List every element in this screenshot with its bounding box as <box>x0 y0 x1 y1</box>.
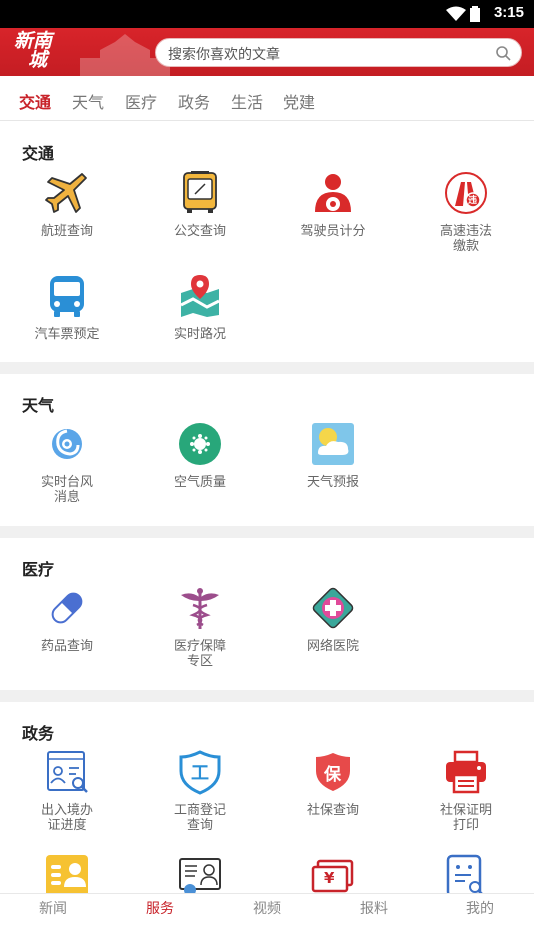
service-label: 社保证明 打印 <box>439 803 492 833</box>
tab-life[interactable]: 生活 <box>231 89 263 113</box>
service-label: 航班查询 <box>40 224 93 239</box>
service-label: 网络医院 <box>306 639 359 654</box>
search-placeholder: 搜索你喜欢的文章 <box>168 47 280 63</box>
service-label: 实时台风 消息 <box>40 475 93 505</box>
app-logo[interactable]: 新南 城 <box>14 32 60 72</box>
service-bus-query[interactable]: 公交查询 <box>145 170 255 239</box>
service-label: 汽车票预定 <box>34 327 100 342</box>
caduceus-icon <box>177 585 223 631</box>
service-social-security-print[interactable]: 社保证明 打印 <box>411 749 521 833</box>
app-header: 新南 城 搜索你喜欢的文章 <box>0 28 534 76</box>
nav-services[interactable]: 服务 <box>120 898 200 918</box>
service-label: 工商登记 查询 <box>173 803 226 833</box>
tab-government[interactable]: 政务 <box>178 89 210 113</box>
section-divider <box>0 690 534 702</box>
service-label: 高速违法 缴款 <box>439 224 492 254</box>
bottom-navigation: 新闻 服务 视频 报料 我的 <box>0 893 534 949</box>
section-divider <box>0 362 534 374</box>
printer-icon <box>443 749 489 795</box>
service-label: 驾驶员计分 <box>300 224 366 239</box>
tab-medical[interactable]: 医疗 <box>125 89 157 113</box>
map-pin-icon <box>177 273 223 319</box>
typhoon-icon <box>44 421 90 467</box>
yuan-badge: ¥ <box>324 869 335 887</box>
clock: 3:15 <box>493 4 524 21</box>
category-tabs: 交通 天气 医疗 政务 生活 党建 <box>0 76 534 121</box>
service-bus-ticket[interactable]: 汽车票预定 <box>12 273 122 342</box>
service-social-security[interactable]: 保 社保查询 <box>278 749 388 818</box>
bus-card-icon <box>177 170 223 216</box>
service-drug-query[interactable]: 药品查询 <box>12 585 122 654</box>
service-label: 社保查询 <box>306 803 359 818</box>
social-security-badge: 保 <box>324 765 341 785</box>
tab-party[interactable]: 党建 <box>283 89 315 113</box>
id-search-icon <box>44 749 90 795</box>
airplane-icon <box>44 170 90 216</box>
section-divider <box>0 526 534 538</box>
section-title-medical: 医疗 <box>22 560 55 579</box>
service-online-hospital[interactable]: 网络医院 <box>278 585 388 654</box>
service-driver-points[interactable]: 驾驶员计分 <box>278 170 388 239</box>
air-quality-icon <box>177 421 223 467</box>
tab-weather[interactable]: 天气 <box>72 89 104 113</box>
section-title-government: 政务 <box>22 724 55 743</box>
search-icon[interactable] <box>495 45 511 61</box>
section-title-weather: 天气 <box>22 396 55 415</box>
wifi-icon <box>446 6 466 21</box>
social-security-icon: 保 <box>310 749 356 795</box>
service-label: 实时路况 <box>173 327 226 342</box>
nav-profile[interactable]: 我的 <box>440 898 520 918</box>
pill-icon <box>44 585 90 631</box>
weather-forecast-icon <box>310 421 356 467</box>
service-typhoon[interactable]: 实时台风 消息 <box>12 421 122 505</box>
service-business-registration[interactable]: 工 工商登记 查询 <box>145 749 255 833</box>
service-traffic-status[interactable]: 实时路况 <box>145 273 255 342</box>
shield-badge: 工 <box>191 763 209 784</box>
status-bar: 3:15 <box>0 0 534 28</box>
service-air-quality[interactable]: 空气质量 <box>145 421 255 490</box>
nav-news[interactable]: 新闻 <box>13 898 93 918</box>
nav-tips[interactable]: 报料 <box>334 898 414 918</box>
tab-traffic[interactable]: 交通 <box>19 89 51 113</box>
battery-icon <box>470 6 480 22</box>
service-highway-fine[interactable]: 违 高速违法 缴款 <box>411 170 521 254</box>
service-exit-entry[interactable]: 出入境办 证进度 <box>12 749 122 833</box>
service-flight[interactable]: 航班查询 <box>12 170 122 239</box>
service-label: 药品查询 <box>40 639 93 654</box>
search-bar[interactable]: 搜索你喜欢的文章 <box>155 38 522 67</box>
violation-icon: 违 <box>443 170 489 216</box>
service-weather-forecast[interactable]: 天气预报 <box>278 421 388 490</box>
shield-icon: 工 <box>177 749 223 795</box>
driver-icon <box>310 170 356 216</box>
service-medical-insurance[interactable]: 医疗保障 专区 <box>145 585 255 669</box>
hospital-cross-icon <box>310 585 356 631</box>
violation-badge: 违 <box>468 196 478 206</box>
service-label: 医疗保障 专区 <box>173 639 226 669</box>
service-label: 出入境办 证进度 <box>40 803 93 833</box>
section-title-traffic: 交通 <box>22 144 55 163</box>
nav-video[interactable]: 视频 <box>227 898 307 918</box>
bus-icon <box>44 273 90 319</box>
service-label: 天气预报 <box>306 475 359 490</box>
service-label: 空气质量 <box>173 475 226 490</box>
service-label: 公交查询 <box>173 224 226 239</box>
